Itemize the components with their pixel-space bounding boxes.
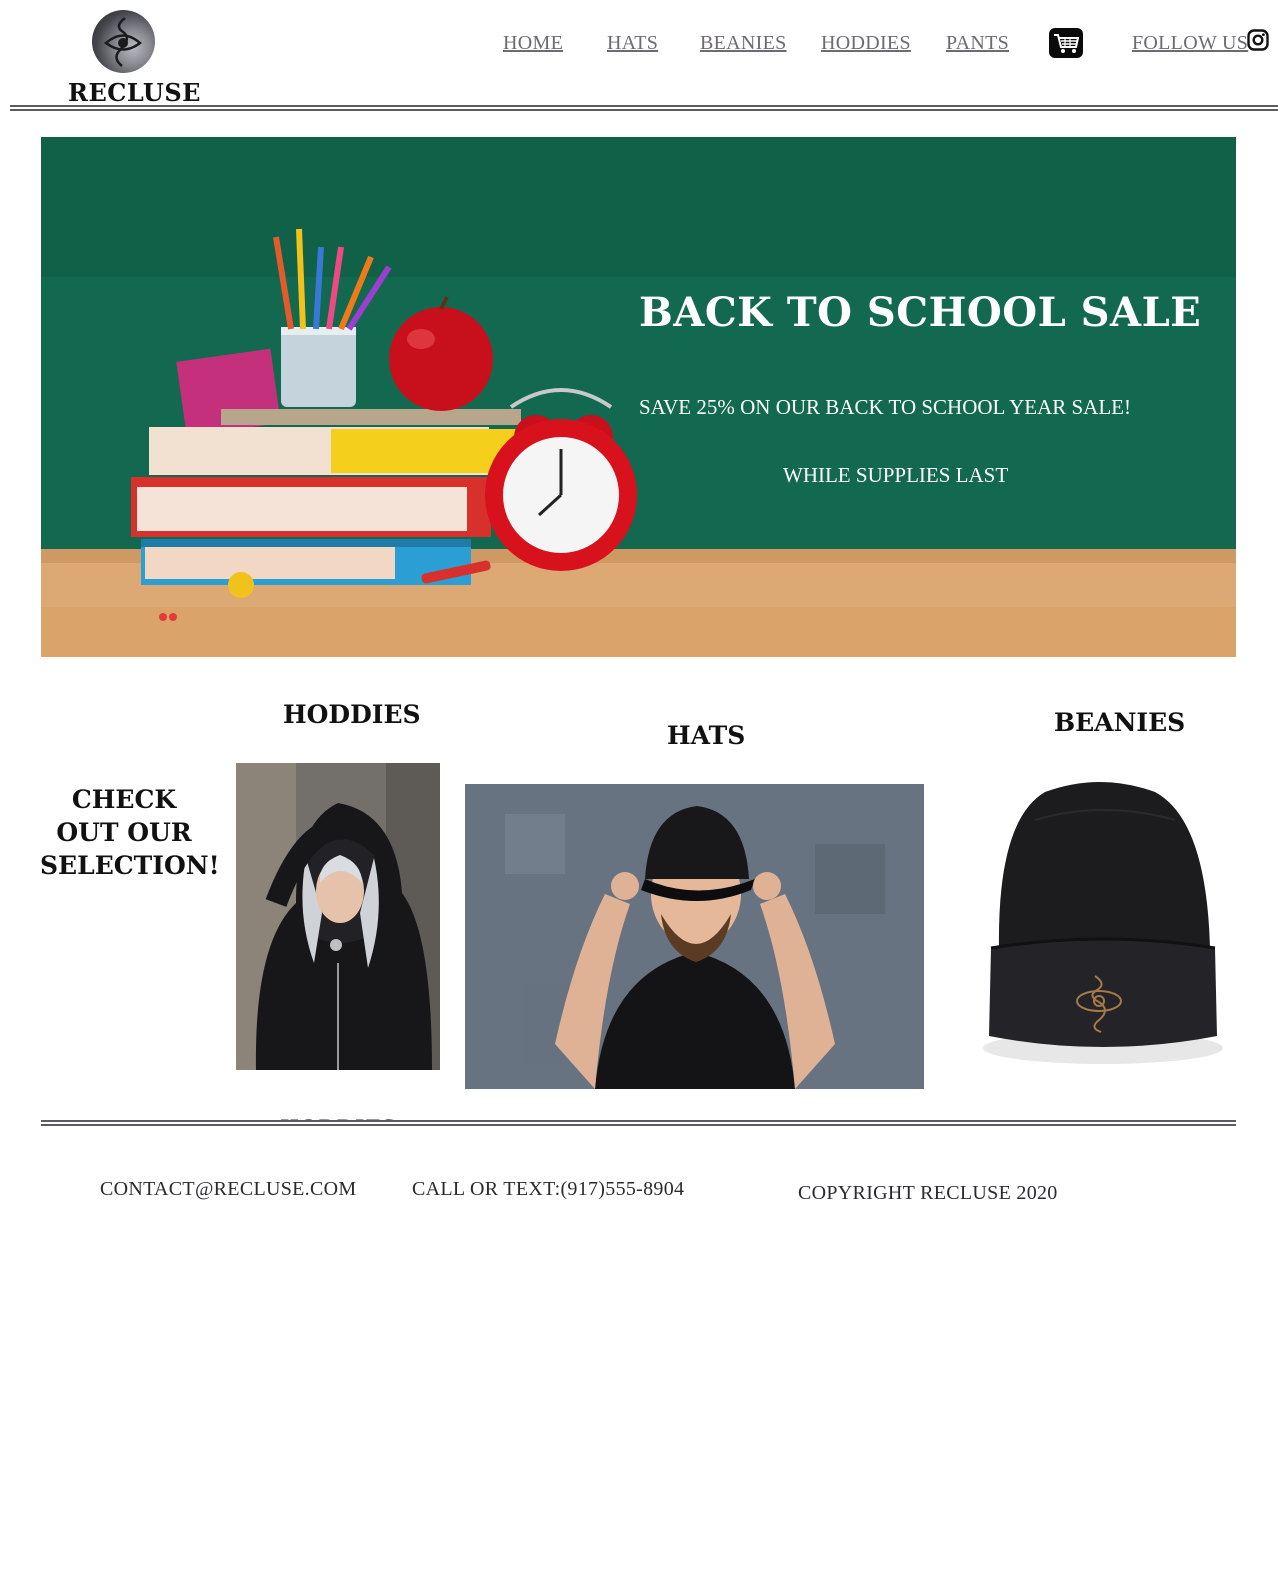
hoodie-product-image[interactable] — [236, 763, 440, 1070]
hero-note: WHILE SUPPLIES LAST — [783, 463, 1009, 487]
footer-contact-email[interactable]: CONTACT@RECLUSE.COM — [100, 1178, 356, 1201]
main-nav: HOME HATS BEANIES HODDIES PANTS FOLLOW U… — [0, 30, 1280, 60]
nav-hoddies-link[interactable]: HODDIES — [821, 30, 911, 56]
hero-banner[interactable]: BACK TO SCHOOL SALE SAVE 25% ON OUR BACK… — [41, 137, 1236, 657]
nav-hats-link[interactable]: HATS — [607, 30, 658, 56]
hero-title: BACK TO SCHOOL SALE — [639, 289, 1202, 336]
selection-heading: CHECK OUT OUR SELECTION! — [40, 785, 220, 880]
nav-follow-us-link[interactable]: FOLLOW US — [1132, 30, 1248, 56]
footer-copyright: COPYRIGHT RECLUSE 2020 — [798, 1182, 1058, 1204]
beanie-product-image[interactable] — [975, 780, 1237, 1070]
category-title-hats[interactable]: HATS — [667, 721, 745, 750]
hero-subtitle: SAVE 25% ON OUR BACK TO SCHOOL YEAR SALE… — [639, 395, 1131, 419]
instagram-icon[interactable] — [1247, 29, 1269, 51]
nav-pants-link[interactable]: PANTS — [946, 30, 1009, 56]
nav-beanies-link[interactable]: BEANIES — [700, 30, 787, 56]
footer-divider — [41, 1120, 1236, 1126]
hat-product-image[interactable] — [465, 784, 924, 1089]
shopping-cart-icon[interactable] — [1049, 28, 1083, 58]
category-title-beanies[interactable]: BEANIES — [1054, 708, 1185, 737]
brand-name[interactable]: RECLUSE — [68, 78, 200, 107]
header-divider — [10, 105, 1278, 111]
category-title-hoddies[interactable]: HODDIES — [283, 700, 421, 729]
footer-phone[interactable]: CALL OR TEXT:(917)555-8904 — [412, 1178, 684, 1201]
nav-home-link[interactable]: HOME — [503, 30, 563, 56]
